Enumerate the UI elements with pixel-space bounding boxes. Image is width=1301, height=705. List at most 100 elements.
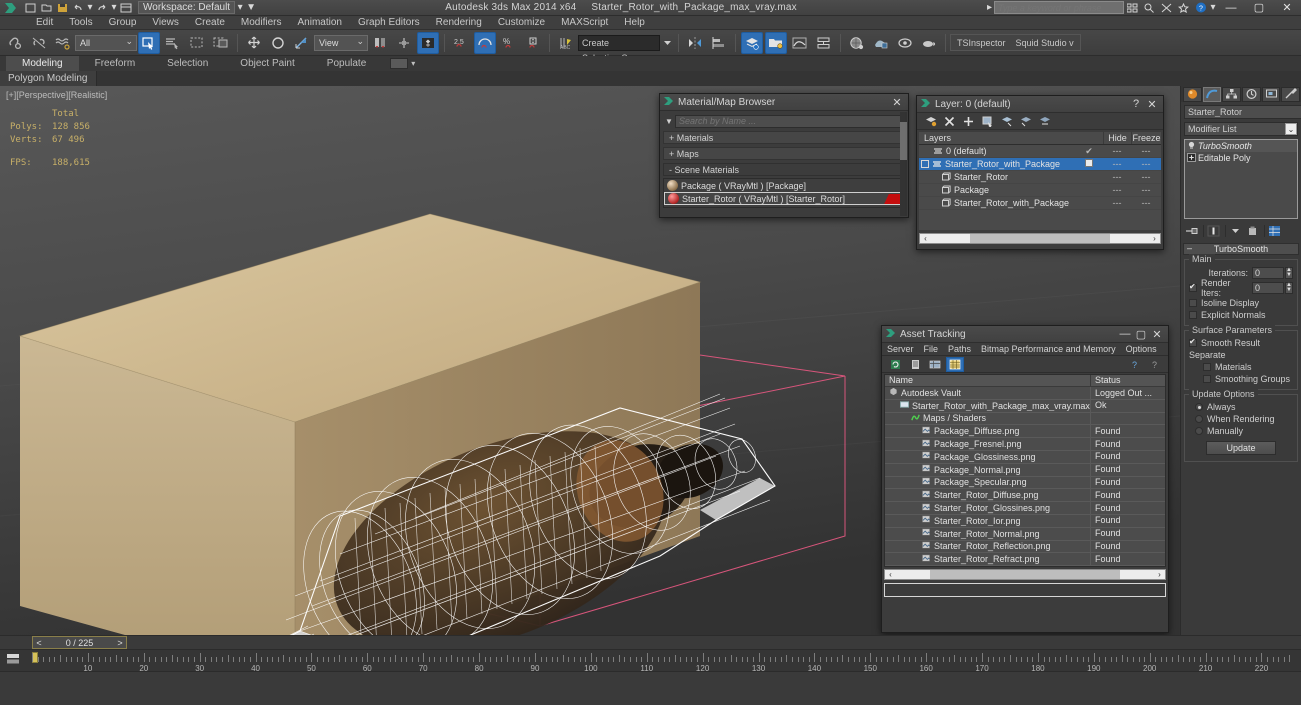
- asset-row[interactable]: Package_Normal.png Found: [885, 463, 1165, 477]
- pin-stack-icon[interactable]: [1184, 224, 1199, 238]
- configure-modifier-sets-icon[interactable]: [1267, 224, 1282, 238]
- add-to-layer-icon[interactable]: [959, 114, 978, 129]
- menu-item-edit[interactable]: Edit: [28, 16, 61, 30]
- select-and-link-icon[interactable]: [4, 32, 26, 54]
- angle-snap-toggle-icon[interactable]: [474, 31, 496, 54]
- undo-icon[interactable]: [70, 1, 86, 15]
- menu-item-views[interactable]: Views: [144, 16, 187, 30]
- asset-maximize-icon[interactable]: ▢: [1133, 327, 1149, 342]
- use-selection-center-icon[interactable]: [393, 32, 415, 54]
- layer-row[interactable]: Starter_Rotor_with_Package --- ---: [919, 158, 1161, 171]
- explicit-normals-checkbox[interactable]: [1189, 311, 1197, 319]
- modifier-stack[interactable]: TurboSmooth Editable Poly: [1184, 139, 1298, 219]
- menu-item-maxscript[interactable]: MAXScript: [553, 16, 616, 30]
- menu-item-modifiers[interactable]: Modifiers: [233, 16, 290, 30]
- manually-radio[interactable]: [1195, 427, 1203, 435]
- always-radio[interactable]: [1195, 403, 1203, 411]
- layer-hide-cell[interactable]: ---: [1103, 185, 1131, 195]
- delete-layer-icon[interactable]: [940, 114, 959, 129]
- always-row[interactable]: Always: [1189, 401, 1293, 413]
- iterations-spinner[interactable]: ▲ ▼: [1285, 266, 1293, 279]
- timeline-ruler[interactable]: 10 20 30 40 50 60 70 80 90 100 110 120 130 140 150 160 1…: [0, 649, 1301, 671]
- communication-center-icon[interactable]: [1124, 1, 1141, 15]
- smoothing-groups-row[interactable]: Smoothing Groups: [1189, 373, 1293, 385]
- select-layer-objects-icon[interactable]: [978, 114, 997, 129]
- asset-tracking-titlebar[interactable]: Asset Tracking — ▢ ✕: [882, 326, 1168, 343]
- material-browser-titlebar[interactable]: Material/Map Browser ✕: [660, 94, 908, 111]
- materials-checkbox[interactable]: [1203, 363, 1211, 371]
- when-rendering-radio[interactable]: [1195, 415, 1203, 423]
- materials-row[interactable]: Materials: [1189, 361, 1293, 373]
- viewport-label[interactable]: [+][Perspective][Realistic]: [6, 90, 107, 100]
- squidstudio-label[interactable]: Squid Studio v: [1016, 38, 1074, 48]
- asset-status-field[interactable]: [884, 583, 1166, 598]
- detail-view-icon[interactable]: [926, 357, 944, 372]
- new-file-icon[interactable]: [22, 1, 38, 15]
- layer-expand-toggle-icon[interactable]: [921, 160, 929, 168]
- material-browser-close-icon[interactable]: ✕: [889, 95, 905, 110]
- menu-item-rendering[interactable]: Rendering: [428, 16, 490, 30]
- asset-row[interactable]: Autodesk Vault Logged Out ...: [885, 386, 1165, 400]
- track-bar-icon[interactable]: [6, 653, 20, 668]
- material-list-item[interactable]: Package ( VRayMtl ) [Package]: [664, 179, 904, 192]
- asset-row[interactable]: Starter_Rotor_Diffuse.png Found: [885, 488, 1165, 503]
- render-iters-value[interactable]: 0: [1252, 281, 1284, 294]
- unlink-selection-icon[interactable]: [28, 32, 50, 54]
- asset-menu-file[interactable]: File: [919, 343, 944, 356]
- asset-menu-options[interactable]: Options: [1121, 343, 1162, 356]
- layer-list[interactable]: 0 (default) ✔ --- --- Starter_Rotor_with…: [919, 145, 1161, 230]
- show-end-result-icon[interactable]: [1206, 224, 1221, 238]
- spinner-snap-toggle-icon[interactable]: [522, 32, 544, 54]
- asset-menu-paths[interactable]: Paths: [943, 343, 976, 356]
- window-minimize-button[interactable]: —: [1217, 0, 1245, 16]
- mirror-icon[interactable]: [684, 32, 706, 54]
- tab-modify[interactable]: [1202, 86, 1222, 102]
- iterations-value[interactable]: 0: [1252, 266, 1284, 279]
- select-by-name-icon[interactable]: [162, 32, 184, 54]
- menu-item-tools[interactable]: Tools: [61, 16, 100, 30]
- workspace-selector[interactable]: Workspace: Default: [138, 1, 236, 14]
- isoline-display-checkbox[interactable]: [1189, 299, 1197, 307]
- scene-materials-section-header[interactable]: - Scene Materials: [663, 163, 905, 176]
- asset-horizontal-scrollbar[interactable]: ‹ ›: [884, 569, 1166, 581]
- layer-manager-icon[interactable]: [741, 31, 763, 54]
- explicit-normals-row[interactable]: Explicit Normals: [1189, 309, 1293, 321]
- window-crossing-toggle-icon[interactable]: [210, 32, 232, 54]
- tsinspector-label[interactable]: TSInspector: [957, 38, 1006, 48]
- lightbulb-icon[interactable]: [1187, 141, 1198, 152]
- asset-row[interactable]: Starter_Rotor_Reflection.png Found: [885, 540, 1165, 554]
- scroll-left-icon[interactable]: ‹: [920, 234, 931, 243]
- help-secondary-icon[interactable]: ?: [1148, 357, 1166, 372]
- layer-hide-cell[interactable]: ---: [1103, 198, 1131, 208]
- subscription-center-icon[interactable]: [1158, 1, 1175, 15]
- highlight-selected-objects-icon[interactable]: [997, 114, 1016, 129]
- asset-row[interactable]: Starter_Rotor_Refract.png Found: [885, 552, 1165, 567]
- snaps-toggle-icon[interactable]: 2.5: [450, 32, 472, 54]
- open-file-icon[interactable]: [38, 1, 54, 15]
- favorites-star-icon[interactable]: [1175, 1, 1192, 15]
- asset-tracking-grid[interactable]: Name Status Autodesk Vault Logged Out ...…: [884, 374, 1166, 568]
- scene-explorer-icon[interactable]: [765, 31, 787, 54]
- asset-scroll-left-icon[interactable]: ‹: [885, 570, 896, 579]
- menu-item-graph-editors[interactable]: Graph Editors: [350, 16, 428, 30]
- material-editor-icon[interactable]: [846, 32, 868, 54]
- expand-plus-icon[interactable]: [1187, 152, 1198, 164]
- ribbon-tab-populate[interactable]: Populate: [311, 56, 382, 71]
- modifier-stack-item-editable-poly[interactable]: Editable Poly: [1185, 152, 1297, 164]
- selection-filter-combo[interactable]: All: [75, 34, 137, 51]
- list-view-icon[interactable]: [906, 357, 924, 372]
- scroll-right-icon[interactable]: ›: [1149, 234, 1160, 243]
- named-selection-sets-combo[interactable]: Create Selection Se: [578, 34, 660, 63]
- select-and-scale-icon[interactable]: [291, 32, 313, 54]
- tab-motion[interactable]: [1242, 86, 1261, 102]
- menu-item-group[interactable]: Group: [101, 16, 145, 30]
- tab-display[interactable]: [1261, 86, 1281, 102]
- modifier-list-combo[interactable]: Modifier List ⌄: [1184, 122, 1298, 136]
- hide-layer-icon[interactable]: [1016, 114, 1035, 129]
- ribbon-minimize-icon[interactable]: [390, 58, 409, 69]
- asset-row[interactable]: Starter_Rotor_Glossines.png Found: [885, 501, 1165, 515]
- materials-section-header[interactable]: + Materials: [663, 131, 905, 144]
- redo-dropdown-icon[interactable]: ▾: [110, 1, 118, 15]
- ribbon-tab-object-paint[interactable]: Object Paint: [224, 56, 310, 71]
- asset-close-icon[interactable]: ✕: [1149, 327, 1165, 342]
